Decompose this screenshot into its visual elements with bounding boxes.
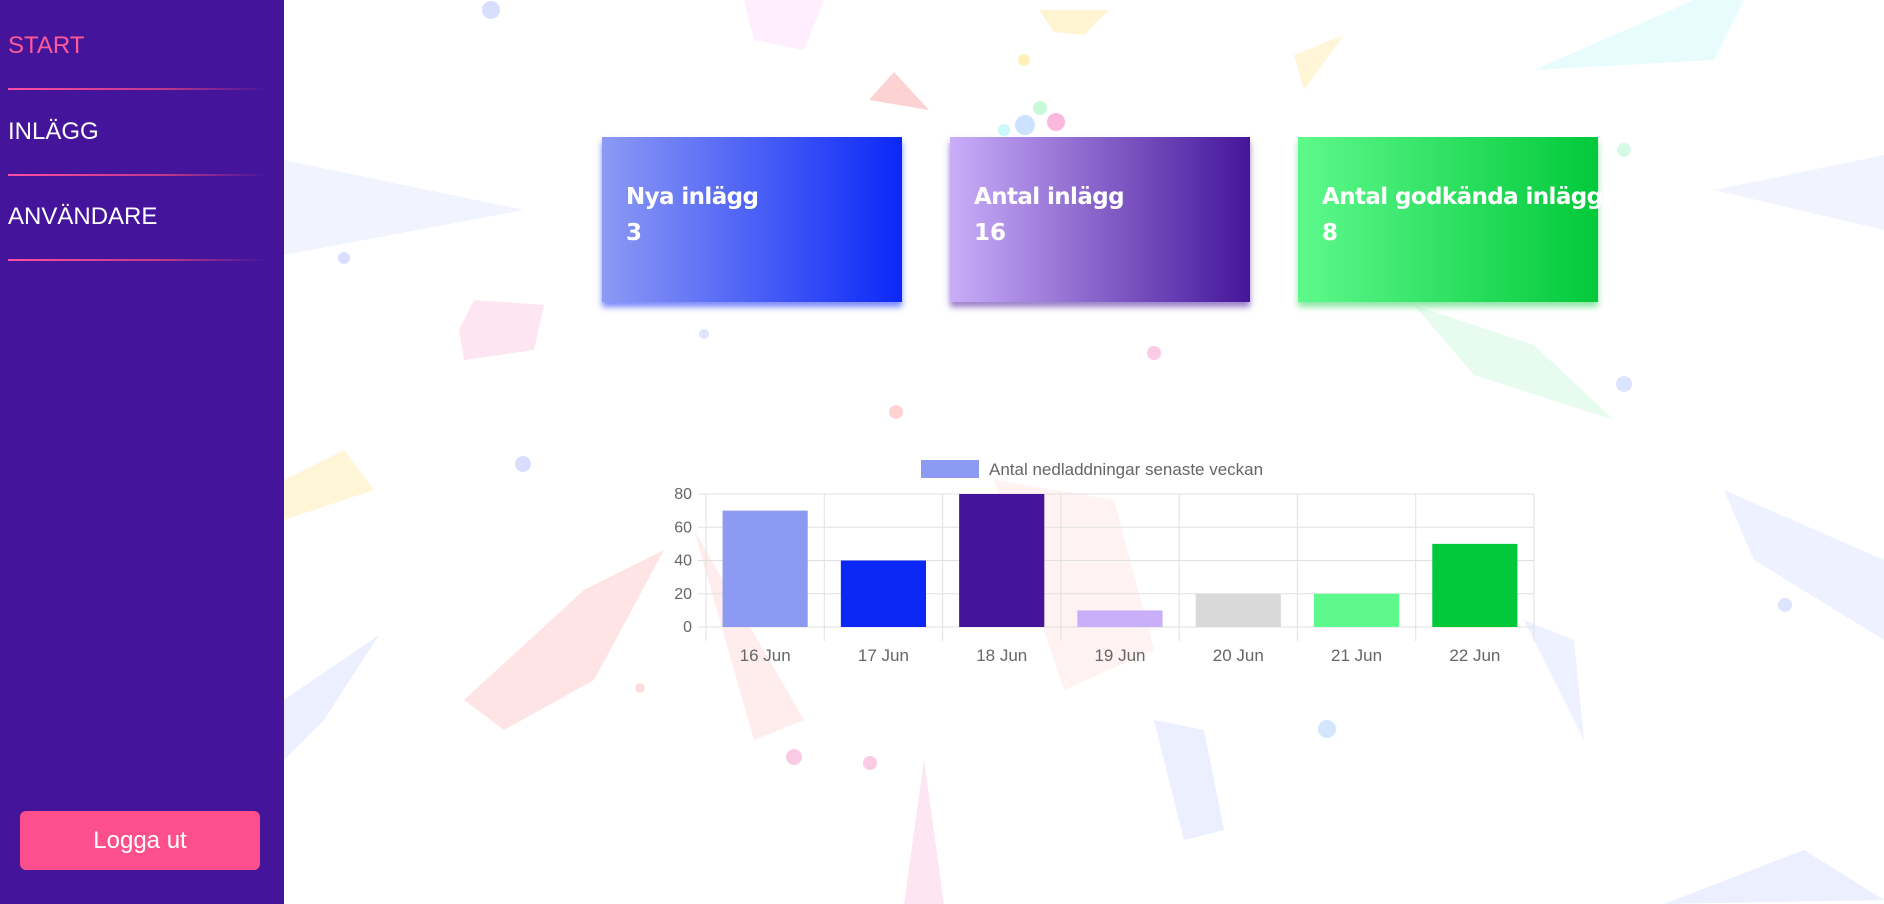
nav-item-inlagg[interactable]: INLÄGG	[8, 118, 268, 146]
logout-button[interactable]: Logga ut	[20, 811, 260, 870]
x-tick-label: 19 Jun	[1094, 646, 1145, 665]
x-tick-label: 22 Jun	[1449, 646, 1500, 665]
legend-label: Antal nedladdningar senaste veckan	[989, 460, 1263, 479]
x-tick-label: 21 Jun	[1331, 646, 1382, 665]
bar	[840, 560, 927, 627]
bar	[1313, 593, 1400, 627]
y-tick-label: 40	[674, 553, 692, 570]
nav-divider	[8, 88, 268, 90]
nav-divider	[8, 259, 268, 261]
downloads-bar-chart: 0 20 40 60 80 16 Jun 17 Jun 18 Jun 19 Jun 20 Jun 2…	[674, 460, 1535, 665]
bar	[1432, 543, 1518, 627]
x-tick-label: 18 Jun	[976, 646, 1027, 665]
nav-item-start[interactable]: START	[8, 32, 268, 60]
sidebar: START INLÄGG ANVÄNDARE Logga ut	[0, 0, 284, 904]
y-tick-label: 20	[674, 586, 692, 603]
y-tick-label: 80	[674, 486, 692, 503]
bar	[1077, 610, 1163, 627]
y-tick-label: 0	[683, 619, 692, 636]
bar	[1195, 593, 1281, 627]
nav-item-anvandare[interactable]: ANVÄNDARE	[8, 203, 268, 231]
nav-divider	[8, 174, 268, 176]
x-tick-label: 20 Jun	[1213, 646, 1264, 665]
legend-swatch	[921, 460, 979, 478]
bar	[722, 510, 808, 627]
y-tick-label: 60	[674, 519, 692, 536]
main-content: Nya inlägg 3 Antal inlägg 16 Antal godkä…	[284, 0, 1884, 904]
bar	[959, 494, 1045, 627]
x-tick-label: 16 Jun	[740, 646, 791, 665]
x-tick-label: 17 Jun	[858, 646, 909, 665]
